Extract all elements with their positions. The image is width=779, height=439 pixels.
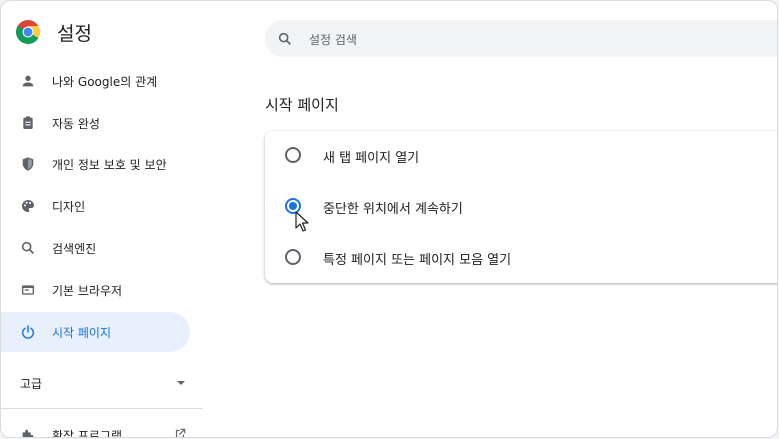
open-in-new-icon [173,427,187,437]
chrome-logo-icon [16,20,40,44]
sidebar-item-label: 자동 완성 [52,116,100,131]
person-icon [20,73,36,89]
power-icon [20,324,36,340]
section-title: 시작 페이지 [265,96,339,114]
sidebar-item-label: 시작 페이지 [52,325,112,340]
sidebar-item-label: 나와 Google의 관계 [52,74,158,89]
sidebar-divider [1,408,203,409]
sidebar-item-label: 기본 브라우저 [52,283,123,298]
sidebar-item-on-startup[interactable]: 시작 페이지 [1,312,190,352]
chevron-down-icon [177,381,185,385]
sidebar-item-label: 확장 프로그램 [52,429,123,438]
option-new-tab[interactable]: 새 탭 페이지 열기 [265,137,777,177]
radio-button[interactable] [285,147,301,163]
sidebar-item-privacy[interactable]: 개인 정보 보호 및 보안 [1,144,190,184]
search-icon [277,31,293,47]
sidebar-item-autofill[interactable]: 자동 완성 [1,103,190,143]
mouse-pointer-icon [295,211,309,232]
advanced-label: 고급 [20,377,43,391]
sidebar: 설정 나와 Google의 관계 자동 완성 개인 정보 보호 및 보안 디자인 [1,1,203,437]
browser-icon [20,282,36,298]
sidebar-item-label: 디자인 [52,199,86,214]
option-label: 중단한 위치에서 계속하기 [323,202,463,217]
search-input[interactable] [307,20,711,59]
puzzle-icon [20,427,36,437]
page-title: 설정 [57,22,92,45]
settings-window: 설정 나와 Google의 관계 자동 완성 개인 정보 보호 및 보안 디자인 [0,0,778,438]
option-label: 특정 페이지 또는 페이지 모음 열기 [323,253,512,268]
sidebar-item-label: 검색엔진 [52,241,97,256]
search-icon [20,240,36,256]
option-label: 새 탭 페이지 열기 [323,151,420,166]
startup-options-card: 새 탭 페이지 열기 중단한 위치에서 계속하기 특정 페이지 또는 페이지 모… [265,131,777,283]
sidebar-item-you-and-google[interactable]: 나와 Google의 관계 [1,61,190,101]
sidebar-item-extensions[interactable]: 확장 프로그램 [1,419,203,438]
clipboard-icon [20,115,36,131]
settings-search-bar[interactable] [265,20,777,59]
sidebar-item-search-engine[interactable]: 검색엔진 [1,228,190,268]
sidebar-item-default-browser[interactable]: 기본 브라우저 [1,270,190,310]
brand-header: 설정 [15,17,92,47]
option-specific-pages[interactable]: 특정 페이지 또는 페이지 모음 열기 [265,239,777,279]
sidebar-item-label: 개인 정보 보호 및 보안 [52,157,167,172]
radio-button[interactable] [285,249,301,265]
sidebar-item-design[interactable]: 디자인 [1,186,190,226]
palette-icon [20,198,36,214]
advanced-toggle[interactable]: 고급 [1,367,190,397]
option-continue-where-left-off[interactable]: 중단한 위치에서 계속하기 [265,188,777,228]
shield-icon [20,156,36,172]
